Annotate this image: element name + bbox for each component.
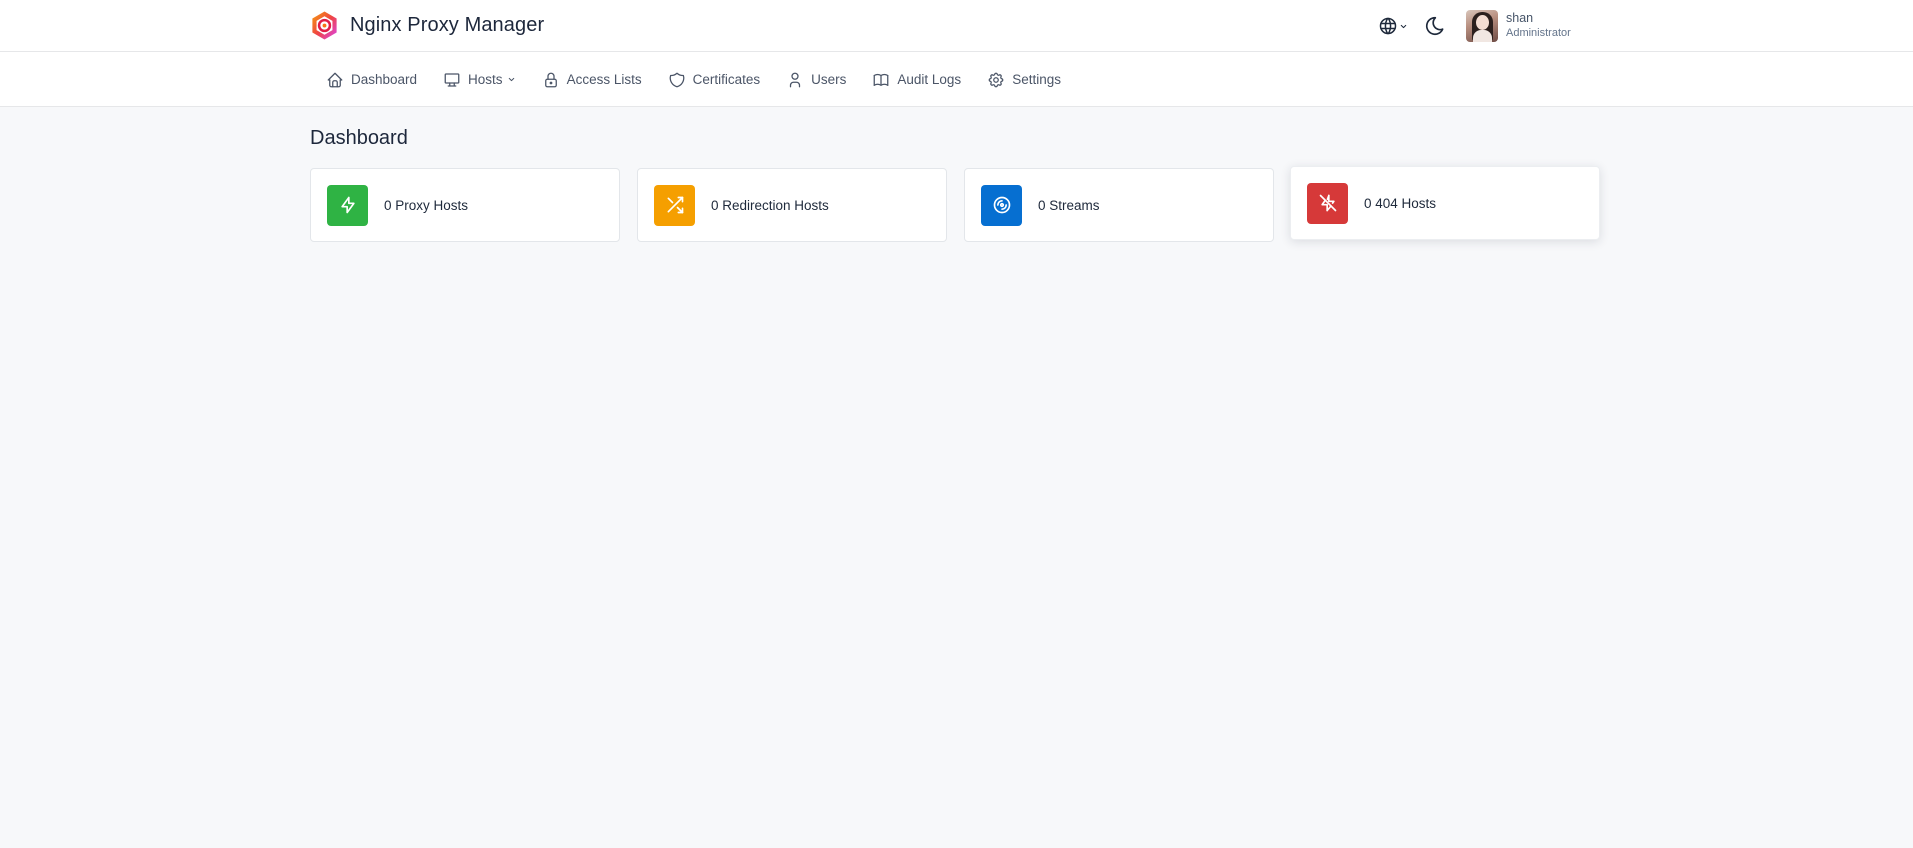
nav-item-label: Dashboard — [351, 72, 418, 87]
nav-item-users[interactable]: Users — [786, 71, 846, 89]
nav-item-label: Hosts — [468, 72, 503, 87]
streams-card[interactable]: 0 Streams — [964, 168, 1274, 242]
card-label: 0 Proxy Hosts — [384, 197, 469, 213]
chevron-down-icon — [1400, 24, 1407, 28]
card-icon-badge — [327, 184, 368, 226]
shuffle-icon — [667, 196, 683, 214]
top-header: Nginx Proxy Manager shan Administrator — [0, 0, 1913, 52]
home-icon — [327, 72, 343, 87]
nav-item-dashboard[interactable]: Dashboard — [326, 71, 417, 89]
card-icon-badge — [1307, 182, 1348, 224]
app-title: Nginx Proxy Manager — [350, 13, 545, 36]
page-title: Dashboard — [310, 127, 408, 149]
card-label: 0 Redirection Hosts — [711, 197, 829, 213]
user-role: Administrator — [1506, 27, 1571, 39]
nav-item-label: Certificates — [692, 72, 761, 87]
gear-icon — [988, 72, 1004, 87]
nginx-proxy-manager-logo-icon — [312, 10, 337, 40]
nav-item-settings[interactable]: Settings — [987, 71, 1061, 89]
main-nav: Dashboard Hosts Access Lists Certificate… — [0, 52, 1913, 107]
nav-items: Dashboard Hosts Access Lists Certificate… — [326, 52, 1087, 107]
moon-icon — [1425, 16, 1444, 36]
nav-item-label: Users — [811, 72, 847, 87]
monitor-icon — [444, 72, 460, 87]
globe-icon — [1379, 17, 1397, 35]
user-info: shan Administrator — [1506, 11, 1571, 41]
app-root: Nginx Proxy Manager shan Administrator D… — [0, 0, 1913, 848]
user-icon — [789, 72, 801, 87]
bolt-off-icon — [1319, 194, 1336, 212]
card-icon-badge — [654, 184, 695, 226]
user-menu[interactable]: shan Administrator — [1466, 10, 1571, 42]
redirection-hosts-card[interactable]: 0 Redirection Hosts — [637, 168, 947, 242]
card-label: 0 Streams — [1038, 197, 1100, 213]
card-icon-badge — [981, 184, 1022, 226]
nav-item-access-lists[interactable]: Access Lists — [542, 71, 642, 89]
header-actions: shan Administrator — [1378, 7, 1571, 45]
book-icon — [874, 73, 889, 86]
nav-item-label: Access Lists — [566, 72, 642, 87]
nav-item-label: Settings — [1012, 72, 1061, 87]
nav-item-certificates[interactable]: Certificates — [668, 71, 761, 89]
bolt-icon — [340, 196, 355, 214]
theme-toggle-button[interactable] — [1424, 15, 1446, 37]
nav-item-hosts[interactable]: Hosts — [443, 71, 516, 89]
proxy-hosts-card[interactable]: 0 Proxy Hosts — [310, 168, 620, 242]
card-label: 0 404 Hosts — [1364, 195, 1437, 211]
lock-icon — [544, 72, 557, 87]
brand[interactable]: Nginx Proxy Manager — [309, 8, 544, 42]
chevron-down-icon — [508, 77, 514, 82]
nav-item-audit-logs[interactable]: Audit Logs — [872, 71, 961, 89]
nav-item-label: Audit Logs — [897, 72, 962, 87]
shield-icon — [669, 72, 684, 87]
404-hosts-card[interactable]: 0 404 Hosts — [1290, 166, 1600, 240]
user-name: shan — [1506, 11, 1534, 25]
language-button[interactable] — [1378, 16, 1408, 36]
disc-icon — [993, 196, 1010, 214]
user-avatar — [1466, 10, 1498, 42]
